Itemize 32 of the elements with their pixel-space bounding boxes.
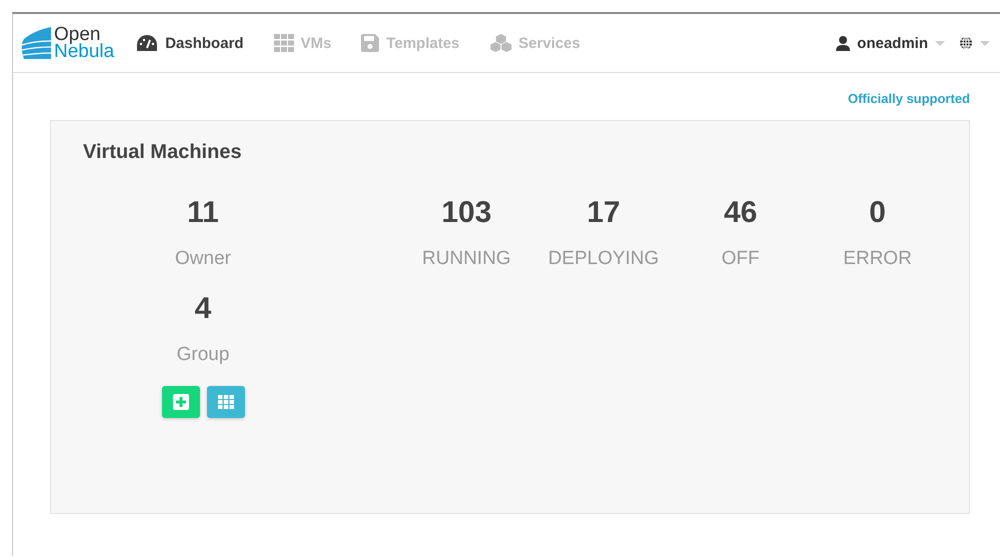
cubes-icon bbox=[490, 34, 512, 52]
stat-value: 11 bbox=[187, 196, 219, 230]
stat-value: 17 bbox=[586, 196, 620, 230]
stat-label: Group bbox=[176, 344, 230, 366]
brand-name: Open bbox=[54, 26, 100, 43]
card-title: Virtual Machines bbox=[83, 141, 243, 164]
grid-view-button[interactable] bbox=[206, 386, 244, 418]
stat-value: 103 bbox=[441, 196, 492, 230]
support-link[interactable]: Officially supported bbox=[848, 91, 970, 106]
gauge-icon bbox=[136, 34, 158, 52]
stat-label: Owner bbox=[175, 248, 231, 270]
brand-name: Nebula bbox=[54, 43, 114, 60]
cloud-logo-icon bbox=[21, 25, 51, 61]
stat-label: OFF bbox=[722, 248, 760, 270]
stat-value: 4 bbox=[194, 292, 212, 326]
create-button[interactable] bbox=[162, 386, 200, 418]
user-icon bbox=[836, 36, 850, 50]
nav-tab[interactable]: Dashboard bbox=[128, 28, 252, 58]
stat-value: 0 bbox=[869, 196, 886, 230]
nav-tab[interactable]: VMs bbox=[266, 28, 340, 58]
stat-label: DEPLOYING bbox=[548, 248, 659, 270]
nav-tab[interactable]: Templates bbox=[353, 28, 468, 58]
stat-label: ERROR bbox=[843, 248, 912, 270]
plus-icon bbox=[172, 394, 188, 410]
globe-icon bbox=[959, 36, 973, 50]
stat-label: RUNNING bbox=[422, 248, 511, 270]
stat-value: 46 bbox=[724, 196, 758, 230]
grid-icon bbox=[274, 34, 294, 52]
grid-icon bbox=[218, 395, 234, 409]
nav-tab[interactable]: Services bbox=[482, 28, 588, 58]
language-menu[interactable] bbox=[959, 36, 990, 50]
user-menu[interactable]: oneadmin bbox=[836, 34, 945, 52]
